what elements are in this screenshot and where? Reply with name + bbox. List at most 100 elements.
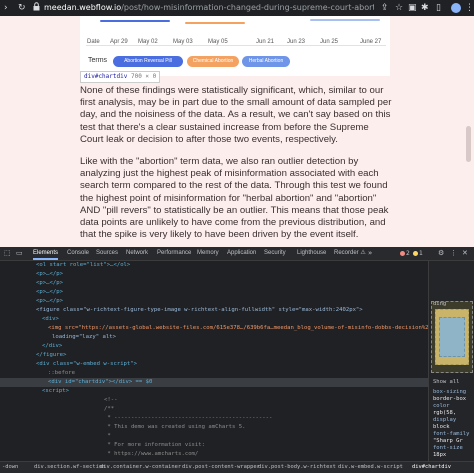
breadcrumb-item[interactable]: -down (2, 462, 18, 473)
x-tick: May 05 (208, 39, 228, 45)
inspect-element-icon[interactable]: ⬚ (4, 247, 11, 260)
style-value: block (433, 424, 450, 430)
x-tick: Jun 25 (320, 39, 339, 45)
dom-node[interactable]: <div> (42, 315, 59, 324)
warning-count[interactable]: 1 (419, 247, 423, 260)
device-toolbar-icon[interactable]: ▭ (16, 247, 23, 260)
tooltip-size: 700 × 0 (130, 73, 157, 80)
breadcrumb-item[interactable]: div.w-embed.w-script (338, 462, 403, 473)
tab-sources[interactable]: Sources (96, 247, 118, 260)
tab-recorder[interactable]: Recorder ⚠ (334, 247, 366, 260)
box-model-content (439, 317, 465, 357)
code-line: /** (104, 406, 115, 412)
breadcrumb-item[interactable]: div.section.wf-section (34, 462, 105, 473)
x-tick: Apr 29 (110, 39, 128, 45)
terms-label: Terms (88, 57, 108, 64)
x-tick: June 27 (360, 39, 382, 45)
breadcrumb-item[interactable]: div.post-body.w-richtext (258, 462, 336, 473)
dom-node[interactable]: <p>…</p> (36, 270, 63, 279)
devtools-panel: ⬚ ▭ Elements Console Sources Network Per… (0, 247, 474, 473)
x-tick: May 02 (138, 39, 158, 45)
style-prop[interactable]: font-family (433, 431, 469, 438)
tab-elements[interactable]: Elements (33, 247, 59, 260)
devtools-menu-icon[interactable]: ⋮ (450, 247, 457, 260)
warning-icon (413, 251, 418, 256)
settings-gear-icon[interactable]: ⚙ (438, 247, 444, 260)
address-bar[interactable]: meedan.webflow.io/post/how-misinformatio… (44, 0, 374, 16)
profile-avatar[interactable] (451, 3, 461, 13)
close-icon[interactable]: ✕ (462, 247, 468, 260)
x-tick: May 03 (173, 39, 193, 45)
tab-security[interactable]: Security (264, 247, 286, 260)
show-all-checkbox[interactable]: Show all (433, 379, 460, 386)
tab-lighthouse[interactable]: Lighthouse (297, 247, 326, 260)
breadcrumb: -down div.section.wf-section div.contain… (0, 461, 474, 473)
term-pill[interactable]: Herbal Abortion (242, 56, 290, 67)
dom-node[interactable]: <p>…</p> (36, 288, 63, 297)
dom-node[interactable]: </div> (42, 342, 62, 351)
dom-node[interactable]: <img src="https://assets-global.website-… (48, 324, 428, 333)
page-scrollbar[interactable] (466, 126, 471, 162)
term-pill[interactable]: Abortion Reversal Pill (113, 56, 183, 67)
breadcrumb-item[interactable]: div.container.w-container (100, 462, 181, 473)
error-count[interactable]: 2 (406, 247, 410, 260)
tab-network[interactable]: Network (126, 247, 148, 260)
browser-toolbar: › ↻ meedan.webflow.io/post/how-misinform… (0, 0, 474, 16)
devtools-tabbar: ⬚ ▭ Elements Console Sources Network Per… (0, 247, 474, 261)
dom-node[interactable]: <ol start role="list">…</ol> (36, 261, 130, 270)
lock-icon[interactable] (33, 0, 40, 16)
tab-console[interactable]: Console (67, 247, 89, 260)
url-path: /post/how-misinformation-changed-during-… (121, 3, 374, 12)
series-line (100, 20, 170, 22)
code-line: * --------------------------------------… (104, 415, 273, 421)
style-value: "Sharp Gr (433, 438, 463, 444)
bookmark-star-icon[interactable]: ☆ (395, 0, 403, 16)
tab-application[interactable]: Application (227, 247, 256, 260)
page-viewport: Date Apr 29 May 02 May 03 May 05 Jun 21 … (0, 16, 474, 247)
style-prop[interactable]: color (433, 403, 450, 410)
elements-tree: <ol start role="list">…</ol> <p>…</p> <p… (0, 261, 428, 461)
chart-preview: Date Apr 29 May 02 May 03 May 05 Jun 21 … (80, 16, 390, 76)
article-paragraph: None of these findings were statisticall… (80, 85, 392, 145)
style-prop[interactable]: font-size (433, 445, 463, 452)
dom-node[interactable]: loading="lazy" alt> (52, 333, 116, 342)
forward-icon[interactable]: › (4, 0, 8, 16)
dom-node[interactable]: <script> (42, 387, 69, 396)
url-domain: meedan.webflow.io (44, 3, 122, 12)
term-pill[interactable]: Chemical Abortion (187, 56, 239, 67)
sidebar-icon[interactable]: ▯ (436, 0, 441, 16)
share-icon[interactable]: ⇪ (381, 0, 389, 16)
dom-node[interactable]: <figure class="w-richtext-figure-type-im… (36, 306, 363, 315)
chart-axis (86, 45, 386, 46)
code-line: * (104, 433, 111, 439)
style-value: 18px (433, 452, 447, 458)
dom-node[interactable]: ::before (48, 369, 75, 378)
extension-icon[interactable]: ▣ (408, 0, 417, 16)
tab-memory[interactable]: Memory (197, 247, 219, 260)
more-tabs-icon[interactable]: » (368, 247, 372, 260)
dom-node[interactable]: <p>…</p> (36, 279, 63, 288)
code-line: * https://www.amcharts.com/ (104, 451, 199, 457)
dom-node[interactable]: </figure> (36, 351, 66, 360)
breadcrumb-item[interactable]: div.post-content-wrapper (182, 462, 260, 473)
series-line (310, 19, 380, 21)
styles-sidebar: ding Show all box-sizing border-box colo… (428, 261, 474, 461)
style-value: rgb(58, (433, 410, 457, 416)
selected-dom-node[interactable]: <div id="chartdiv"></div> == $0 (0, 378, 428, 387)
tab-performance[interactable]: Performance (157, 247, 191, 260)
tooltip-selector: div#chartdiv (84, 73, 128, 80)
dom-node[interactable]: <div class="w-embed w-script"> (36, 360, 137, 369)
menu-kebab-icon[interactable]: ⋮ (465, 0, 474, 16)
puzzle-icon[interactable]: ✱ (421, 0, 429, 16)
reload-icon[interactable]: ↻ (18, 0, 26, 16)
inspect-tooltip: div#chartdiv 700 × 0 (80, 71, 161, 83)
style-prop[interactable]: box-sizing (433, 389, 466, 396)
code-line: * For more information visit: (104, 442, 206, 448)
style-prop[interactable]: display (433, 417, 456, 424)
breadcrumb-item-current[interactable]: div#chartdiv (412, 462, 451, 473)
x-tick: Date (87, 39, 100, 45)
series-line (185, 22, 245, 24)
code-line: * This demo was created using amCharts 5… (104, 424, 246, 430)
dom-node[interactable]: <p>…</p> (36, 297, 63, 306)
code-line: <!-- (104, 397, 118, 403)
